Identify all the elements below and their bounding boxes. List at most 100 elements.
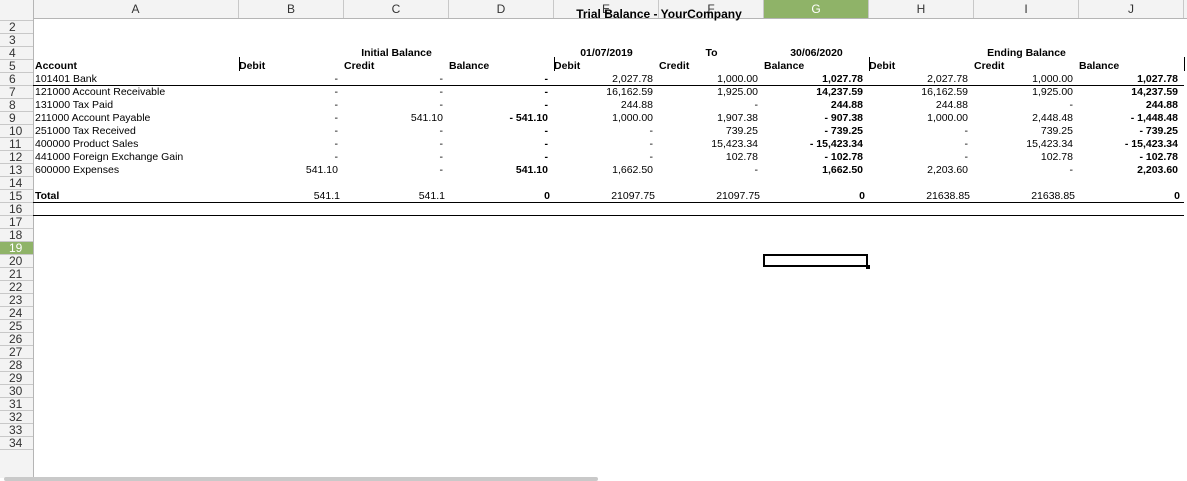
- amount-p-balance: 14,237.59: [816, 86, 863, 98]
- amount-p-credit: -: [754, 164, 759, 176]
- header-eb-debit: Debit: [869, 60, 896, 72]
- amount-p-credit: 15,423.34: [711, 138, 758, 150]
- amount-eb-balance: - 1,448.48: [1130, 112, 1178, 124]
- header-eb-credit: Credit: [974, 60, 1005, 72]
- row-header-bar: 1234567891011121314151617181920212223242…: [0, 18, 34, 478]
- amount-p-balance: - 102.78: [824, 151, 863, 163]
- horizontal-scrollbar[interactable]: [4, 477, 598, 481]
- period-from-date: 01/07/2019: [580, 47, 633, 59]
- account-name: 251000 Tax Received: [35, 125, 136, 137]
- amount-ib-balance: -: [544, 86, 549, 98]
- row-header-5[interactable]: 5: [0, 60, 33, 73]
- column-header-c[interactable]: C: [344, 0, 449, 18]
- report-title: Trial Balance - YourCompany: [576, 7, 742, 21]
- row-header-34[interactable]: 34: [0, 437, 33, 450]
- amount-p-debit: 244.88: [620, 99, 653, 111]
- amount-ib-balance: -: [544, 138, 549, 150]
- account-name: 211000 Account Payable: [35, 112, 151, 124]
- amount-ib-credit: -: [439, 138, 444, 150]
- amount-eb-credit: -: [1069, 99, 1074, 111]
- amount-eb-balance: 244.88: [1145, 99, 1178, 111]
- amount-eb-credit: 15,423.34: [1026, 138, 1073, 150]
- ending-balance-label: Ending Balance: [987, 47, 1066, 59]
- amount-ib-credit: -: [439, 125, 444, 137]
- period-to-label: To: [705, 47, 718, 59]
- header-eb-balance: Balance: [1079, 60, 1120, 72]
- amount-ib-credit: -: [439, 99, 444, 111]
- amount-p-credit: -: [754, 99, 759, 111]
- column-header-h[interactable]: H: [869, 0, 974, 18]
- amount-ib-credit: -: [439, 164, 444, 176]
- amount-p-debit: -: [649, 151, 654, 163]
- amount-eb-credit: 2,448.48: [1032, 112, 1073, 124]
- amount-eb-balance: - 739.25: [1139, 125, 1178, 137]
- spreadsheet[interactable]: ABCDEFGHIJ 12345678910111213141516171819…: [0, 0, 1187, 481]
- amount-p-debit: 1,000.00: [612, 112, 653, 124]
- amount-p-debit: -: [649, 125, 654, 137]
- select-all-corner[interactable]: [0, 0, 34, 18]
- total-top-border: [33, 202, 1184, 203]
- account-name: 441000 Foreign Exchange Gain: [35, 151, 184, 163]
- amount-p-balance: - 739.25: [824, 125, 863, 137]
- account-name: 400000 Product Sales: [35, 138, 139, 150]
- header-p-balance: Balance: [764, 60, 805, 72]
- amount-ib-debit: -: [334, 138, 339, 150]
- amount-p-debit: -: [649, 138, 654, 150]
- amount-p-balance: - 15,423.34: [809, 138, 863, 150]
- amount-p-balance: 244.88: [830, 99, 863, 111]
- amount-eb-debit: -: [964, 138, 969, 150]
- header-underline: [33, 85, 1184, 86]
- column-header-b[interactable]: B: [239, 0, 344, 18]
- header-account: Account: [35, 60, 77, 72]
- amount-eb-credit: 102.78: [1040, 151, 1073, 163]
- row-header-8[interactable]: 8: [0, 99, 33, 112]
- column-header-i[interactable]: I: [974, 0, 1079, 18]
- initial-balance-label: Initial Balance: [361, 47, 432, 59]
- amount-eb-debit: -: [964, 151, 969, 163]
- header-ib-credit: Credit: [344, 60, 375, 72]
- account-name: 121000 Account Receivable: [35, 86, 166, 98]
- period-to-date: 30/06/2020: [790, 47, 843, 59]
- fill-handle[interactable]: [866, 265, 870, 269]
- amount-eb-debit: 16,162.59: [921, 86, 968, 98]
- amount-eb-credit: -: [1069, 164, 1074, 176]
- row-header-2[interactable]: 2: [0, 21, 33, 34]
- header-ib-debit: Debit: [239, 60, 266, 72]
- amount-ib-debit: -: [334, 151, 339, 163]
- amount-eb-credit: 1,925.00: [1032, 86, 1073, 98]
- column-header-a[interactable]: A: [33, 0, 239, 18]
- amount-p-balance: - 907.38: [824, 112, 863, 124]
- amount-ib-credit: -: [439, 86, 444, 98]
- section-divider: [1184, 57, 1185, 71]
- header-p-credit: Credit: [659, 60, 690, 72]
- amount-p-credit: 102.78: [725, 151, 758, 163]
- cell-cursor[interactable]: [763, 254, 868, 267]
- amount-ib-debit: -: [334, 125, 339, 137]
- amount-p-debit: 16,162.59: [606, 86, 653, 98]
- amount-eb-credit: 739.25: [1040, 125, 1073, 137]
- amount-ib-credit: -: [439, 151, 444, 163]
- row-header-7[interactable]: 7: [0, 86, 33, 99]
- amount-ib-debit: 541.10: [305, 164, 338, 176]
- row-header-3[interactable]: 3: [0, 34, 33, 47]
- column-header-j[interactable]: J: [1079, 0, 1184, 18]
- account-name: 131000 Tax Paid: [35, 99, 114, 111]
- header-p-debit: Debit: [554, 60, 581, 72]
- row-header-4[interactable]: 4: [0, 47, 33, 60]
- amount-ib-credit: 541.10: [410, 112, 443, 124]
- account-name: 600000 Expenses: [35, 164, 120, 176]
- amount-ib-balance: -: [544, 125, 549, 137]
- amount-ib-balance: -: [544, 151, 549, 163]
- amount-eb-balance: - 15,423.34: [1124, 138, 1178, 150]
- row-header-6[interactable]: 6: [0, 73, 33, 86]
- amount-ib-balance: - 541.10: [509, 112, 548, 124]
- amount-p-credit: 1,907.38: [717, 112, 758, 124]
- amount-ib-debit: -: [334, 99, 339, 111]
- amount-p-balance: 1,662.50: [822, 164, 863, 176]
- section-divider: [554, 57, 555, 71]
- amount-eb-balance: 2,203.60: [1137, 164, 1178, 176]
- amount-p-credit: 739.25: [725, 125, 758, 137]
- amount-eb-debit: 2,203.60: [927, 164, 968, 176]
- amount-eb-balance: 14,237.59: [1131, 86, 1178, 98]
- amount-ib-balance: -: [544, 99, 549, 111]
